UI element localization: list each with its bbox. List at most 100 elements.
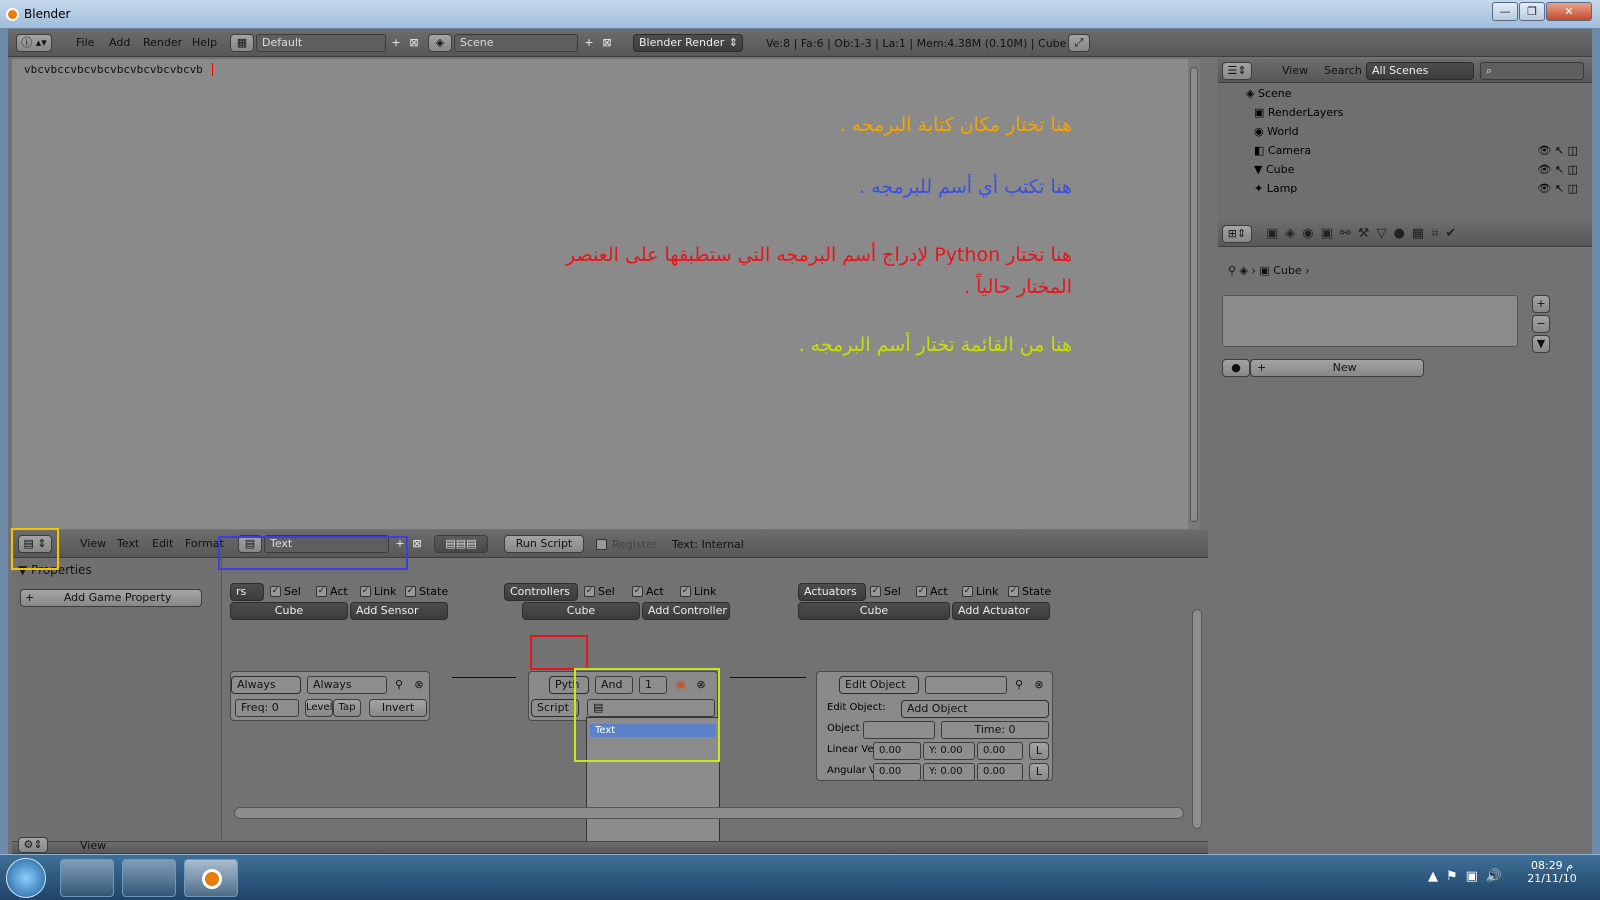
sensors-act-checkbox[interactable]: ✓ xyxy=(316,586,327,597)
fullscreen-icon[interactable]: ⤢ xyxy=(1068,34,1090,52)
sensor-tap-button[interactable]: Tap xyxy=(333,699,361,717)
menu-render[interactable]: Render xyxy=(143,36,182,49)
sensors-state-checkbox[interactable]: ✓ xyxy=(405,586,416,597)
actuators-link-checkbox[interactable]: ✓ xyxy=(962,586,973,597)
logic-horizontal-scrollbar[interactable] xyxy=(234,807,1184,819)
controllers-sel-checkbox[interactable]: ✓ xyxy=(584,586,595,597)
remove-scene-icon[interactable]: ⊠ xyxy=(599,35,615,51)
outliner-menu-search[interactable]: Search xyxy=(1324,64,1362,77)
editor-scrollbar[interactable] xyxy=(1188,59,1200,529)
screen-layout-icon[interactable]: ▦ xyxy=(230,34,254,52)
maximize-button[interactable]: ❐ xyxy=(1519,2,1545,21)
menu-edit[interactable]: Edit xyxy=(152,537,173,550)
actuator-pin-icon[interactable]: ⚲ xyxy=(1011,677,1027,693)
add-actuator-select[interactable]: Add Actuator xyxy=(952,602,1050,620)
scene-field[interactable]: Scene xyxy=(454,34,578,52)
outliner-search-input[interactable]: ⌕ xyxy=(1480,62,1584,80)
editor-scrollbar-thumb[interactable] xyxy=(1190,67,1198,522)
sensor-name-field[interactable]: Always xyxy=(307,676,387,694)
actuators-object-field[interactable]: Cube xyxy=(798,602,950,620)
new-material-button[interactable]: + New xyxy=(1250,359,1424,377)
actuator-name-field[interactable] xyxy=(925,676,1007,694)
angular-y-field[interactable]: Y: 0.00 xyxy=(923,763,975,781)
screen-layout-field[interactable]: Default xyxy=(256,34,386,52)
logic-vertical-scrollbar[interactable] xyxy=(1192,609,1202,829)
remove-slot-button[interactable]: − xyxy=(1532,315,1550,333)
editor-type-logic-button[interactable]: ⚙⇕ xyxy=(18,837,48,853)
controllers-act-checkbox[interactable]: ✓ xyxy=(632,586,643,597)
scene-icon[interactable]: ◈ xyxy=(428,34,452,52)
menu-view[interactable]: View xyxy=(80,537,106,550)
controllers-object-field[interactable]: Cube xyxy=(522,602,640,620)
sensor-freq-field[interactable]: Freq: 0 xyxy=(235,699,299,717)
edit-object-mode-select[interactable]: Add Object xyxy=(901,700,1049,718)
display-toggles[interactable]: ▤▤▤ xyxy=(434,535,488,553)
minimize-button[interactable]: — xyxy=(1492,2,1518,21)
outliner-item-cube[interactable]: ▼ Cube 👁 ↖ ◫ xyxy=(1218,160,1592,179)
visibility-icons[interactable]: 👁 ↖ ◫ xyxy=(1537,160,1578,179)
menu-add[interactable]: Add xyxy=(109,36,130,49)
add-layout-icon[interactable]: + xyxy=(388,35,404,51)
editor-type-properties-button[interactable]: ⊞⇕ xyxy=(1222,225,1252,243)
material-slot-list[interactable] xyxy=(1222,295,1518,347)
add-sensor-select[interactable]: Add Sensor xyxy=(350,602,448,620)
menu-view-logic[interactable]: View xyxy=(80,839,106,852)
visibility-icons[interactable]: 👁 ↖ ◫ xyxy=(1537,141,1578,160)
object-picker-field[interactable] xyxy=(863,721,935,739)
editor-type-outliner-button[interactable]: ☰⇕ xyxy=(1222,62,1252,80)
sensors-menu[interactable]: rs xyxy=(230,583,264,601)
time-field[interactable]: Time: 0 xyxy=(941,721,1049,739)
actuators-menu[interactable]: Actuators xyxy=(798,583,866,601)
menu-text[interactable]: Text xyxy=(117,537,139,550)
sensors-sel-checkbox[interactable]: ✓ xyxy=(270,586,281,597)
sensor-invert-button[interactable]: Invert xyxy=(369,699,427,717)
outliner-item-scene[interactable]: ◈ Scene xyxy=(1218,84,1592,103)
unlink-text-icon[interactable]: ⊠ xyxy=(409,536,425,552)
outliner-item-camera[interactable]: ◧ Camera 👁 ↖ ◫ xyxy=(1218,141,1592,160)
outliner-menu-view[interactable]: View xyxy=(1282,64,1308,77)
taskbar-explorer-icon[interactable] xyxy=(122,859,176,897)
sensor-type-select[interactable]: Always xyxy=(231,676,301,694)
add-scene-icon[interactable]: + xyxy=(581,35,597,51)
actuators-state-checkbox[interactable]: ✓ xyxy=(1008,586,1019,597)
system-tray-icons[interactable]: ▲⚑▣🔊 xyxy=(1428,869,1510,884)
sensors-link-checkbox[interactable]: ✓ xyxy=(360,586,371,597)
angular-local-button[interactable]: L xyxy=(1029,763,1049,781)
outliner-filter-select[interactable]: All Scenes xyxy=(1366,62,1474,80)
actuator-type-select[interactable]: Edit Object xyxy=(839,676,919,694)
text-editor-area[interactable]: vbcvbccvbcvbcvbcvbcvbcvbcvb هنا تختار مك… xyxy=(12,59,1192,529)
sensor-level-button[interactable]: Level xyxy=(305,699,333,717)
menu-help[interactable]: Help xyxy=(192,36,217,49)
remove-layout-icon[interactable]: ⊠ xyxy=(406,35,422,51)
pin-icon[interactable]: ⚲ xyxy=(391,677,407,693)
outliner-item-renderlayers[interactable]: ▣ RenderLayers xyxy=(1218,103,1592,122)
run-script-button[interactable]: Run Script xyxy=(504,535,584,553)
taskbar-blender-icon[interactable] xyxy=(184,859,238,897)
script-mode-select[interactable]: Script xyxy=(531,699,579,717)
add-game-property-button[interactable]: + Add Game Property xyxy=(20,589,202,607)
editor-type-info-button[interactable]: ⓘ ▴▾ xyxy=(16,34,52,52)
linear-z-field[interactable]: 0.00 xyxy=(977,742,1023,760)
close-button[interactable]: ✕ xyxy=(1546,2,1592,21)
outliner-item-world[interactable]: ◉ World xyxy=(1218,122,1592,141)
clock[interactable]: 08:29 م 21/11/10 xyxy=(1520,859,1584,885)
taskbar-ie-icon[interactable] xyxy=(60,859,114,897)
linear-x-field[interactable]: 0.00 xyxy=(873,742,921,760)
linear-y-field[interactable]: Y: 0.00 xyxy=(923,742,975,760)
sensors-object-field[interactable]: Cube xyxy=(230,602,348,620)
render-engine-select[interactable]: Blender Render ⇕ xyxy=(633,34,743,52)
add-slot-button[interactable]: + xyxy=(1532,295,1550,313)
material-browse-icon[interactable]: ● xyxy=(1222,359,1250,377)
actuators-sel-checkbox[interactable]: ✓ xyxy=(870,586,881,597)
remove-sensor-icon[interactable]: ⊗ xyxy=(411,677,427,693)
controllers-link-checkbox[interactable]: ✓ xyxy=(680,586,691,597)
visibility-icons[interactable]: 👁 ↖ ◫ xyxy=(1537,179,1578,198)
slot-specials-button[interactable]: ▼ xyxy=(1532,335,1550,353)
remove-actuator-icon[interactable]: ⊗ xyxy=(1031,677,1047,693)
actuators-act-checkbox[interactable]: ✓ xyxy=(916,586,927,597)
start-button[interactable] xyxy=(6,858,46,898)
angular-x-field[interactable]: 0.00 xyxy=(873,763,921,781)
menu-file[interactable]: File xyxy=(76,36,94,49)
register-checkbox[interactable] xyxy=(596,539,607,550)
controllers-menu[interactable]: Controllers xyxy=(504,583,578,601)
